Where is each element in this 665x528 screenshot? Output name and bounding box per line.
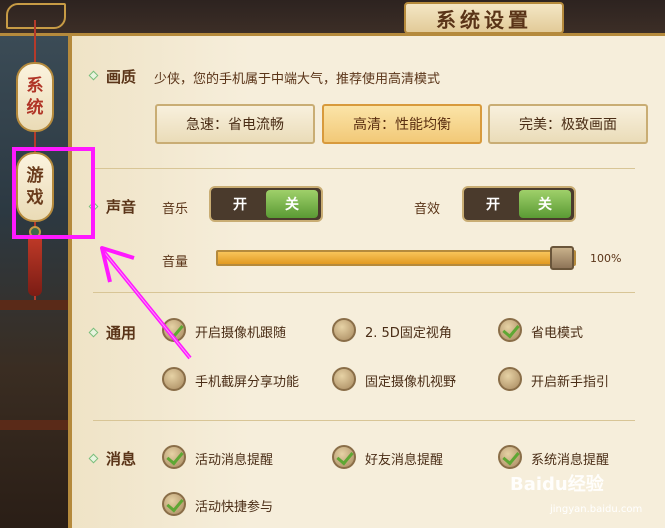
friend-msg-checkbox[interactable] [332, 445, 356, 469]
top-frame [0, 0, 665, 36]
power-save-checkbox[interactable] [498, 318, 522, 342]
sound-label: 声音 [106, 198, 137, 216]
divider [93, 168, 635, 169]
window-title: 系统设置 [404, 2, 564, 34]
effects-on-option[interactable]: 开 [467, 190, 519, 218]
music-off-option[interactable]: 关 [266, 190, 318, 218]
fixed-camera-view-checkbox[interactable] [332, 367, 356, 391]
quality-description: 少侠，您的手机属于中端大气，推荐使用高清模式 [154, 72, 441, 87]
tassel [28, 236, 42, 296]
music-toggle[interactable]: 开 关 [209, 186, 323, 222]
volume-handle[interactable] [550, 246, 574, 270]
screenshot-share-label: 手机截屏分享功能 [195, 375, 300, 390]
volume-value: 100% [590, 252, 622, 265]
tab-system-char1: 系 [26, 76, 44, 96]
friend-msg-label: 好友消息提醒 [365, 453, 444, 468]
fixed-camera-view-label: 固定摄像机视野 [365, 375, 457, 390]
system-msg-checkbox[interactable] [498, 445, 522, 469]
activity-msg-checkbox[interactable] [162, 445, 186, 469]
camera-follow-label: 开启摄像机跟随 [195, 326, 287, 341]
annotation-arrow-icon [100, 246, 192, 360]
tab-system[interactable]: 系 统 [16, 62, 54, 132]
quick-join-label: 活动快捷参与 [195, 500, 274, 515]
power-save-label: 省电模式 [531, 326, 584, 341]
effects-toggle[interactable]: 开 关 [462, 186, 576, 222]
newbie-guide-checkbox[interactable] [498, 367, 522, 391]
watermark-brand: Baidu经验 [510, 474, 604, 495]
quick-join-checkbox[interactable] [162, 492, 186, 516]
quality-hd-button[interactable]: 高清：性能均衡 [322, 104, 482, 144]
volume-fill [218, 252, 562, 264]
annotation-highlight-box [12, 147, 95, 239]
volume-slider[interactable] [216, 246, 576, 270]
system-msg-label: 系统消息提醒 [531, 453, 610, 468]
fixed-angle-label: 2. 5D固定视角 [365, 326, 452, 341]
corner-ornament [6, 3, 66, 29]
quality-perfect-button[interactable]: 完美：极致画面 [488, 104, 648, 144]
quality-fast-button[interactable]: 急速：省电流畅 [155, 104, 315, 144]
effects-label: 音效 [414, 202, 441, 217]
quality-label: 画质 [106, 68, 137, 86]
music-on-option[interactable]: 开 [214, 190, 266, 218]
messages-label: 消息 [106, 450, 137, 468]
divider [93, 420, 635, 421]
music-label: 音乐 [162, 202, 189, 217]
watermark-url: jingyan.baidu.com [550, 504, 643, 515]
baidu-watermark: Baidu经验 jingyan.baidu.com [510, 470, 660, 520]
fixed-angle-checkbox[interactable] [332, 318, 356, 342]
activity-msg-label: 活动消息提醒 [195, 453, 274, 468]
tab-system-char2: 统 [26, 98, 44, 118]
screenshot-share-checkbox[interactable] [162, 367, 186, 391]
effects-off-option[interactable]: 关 [519, 190, 571, 218]
newbie-guide-label: 开启新手指引 [531, 375, 610, 390]
